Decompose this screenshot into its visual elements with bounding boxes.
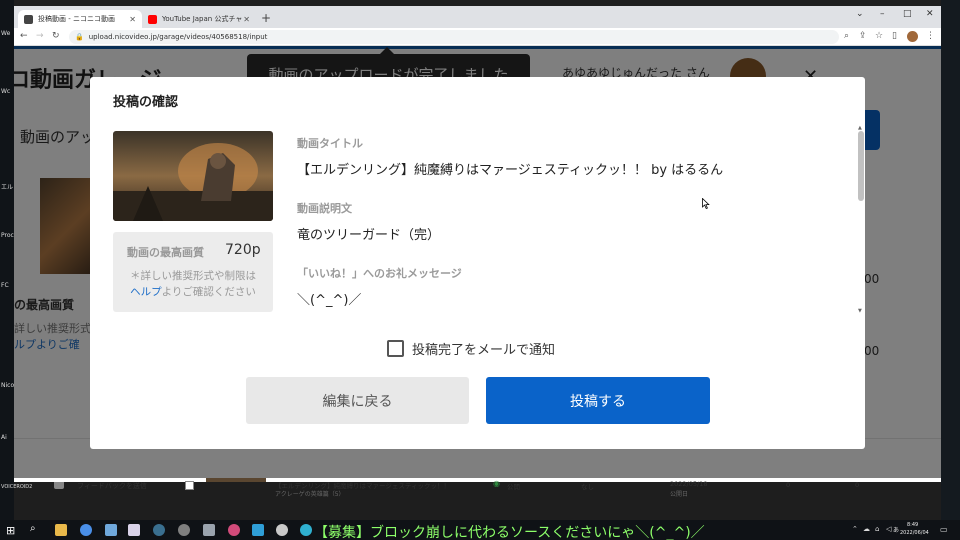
modal-title: 投稿の確認 — [113, 95, 179, 110]
desktop-label: Ai — [1, 434, 7, 441]
quality-note-text: よりご確認ください — [161, 286, 256, 298]
lock-icon: 🔒 — [75, 33, 84, 41]
profile-avatar-icon[interactable] — [907, 31, 918, 42]
scrollbar-thumb[interactable] — [858, 131, 864, 201]
youtube-favicon-icon — [148, 14, 157, 24]
row-checkbox[interactable] — [185, 481, 194, 490]
row-count: 0 — [855, 481, 860, 489]
row-bottom-fill — [14, 478, 941, 482]
email-notify-label[interactable]: 投稿完了をメールで通知 — [412, 339, 555, 358]
menu-kebab-icon[interactable]: ⋮ — [926, 31, 935, 41]
maximize-button[interactable]: □ — [903, 9, 912, 19]
app-icon[interactable] — [203, 524, 215, 536]
email-notify-checkbox[interactable] — [387, 340, 404, 357]
confirm-details-scroll[interactable]: 動画タイトル 【エルデンリング】純魔縛りはマァージェスティックッ！！ by はる… — [297, 127, 852, 317]
taskbar-date[interactable]: 2022/06/04 — [900, 530, 929, 536]
max-quality-value: 720p — [225, 242, 261, 258]
tab-search-icon[interactable]: ⌄ — [856, 9, 864, 19]
network-icon[interactable]: ⌂ — [875, 525, 879, 533]
windows-start-icon[interactable]: ⊞ — [6, 524, 15, 537]
forward-arrow-icon[interactable]: → — [36, 31, 44, 41]
chrome-icon[interactable] — [80, 524, 92, 536]
tab-bar: 投稿動画 - ニコニコ動画 ✕ YouTube Japan 公式チャンネル - … — [14, 6, 941, 28]
row-date-label: 公開日 — [670, 491, 689, 498]
app-icon[interactable] — [228, 524, 240, 536]
row-count: 0 — [786, 481, 791, 489]
desktop-label: We — [1, 30, 11, 37]
nicovideo-favicon-icon — [24, 14, 33, 24]
app-icon[interactable] — [105, 524, 117, 536]
bookmark-star-icon[interactable]: ☆ — [875, 31, 883, 41]
desktop-right-edge — [941, 0, 960, 520]
tab-youtube[interactable]: YouTube Japan 公式チャンネル - Yo ✕ — [142, 10, 256, 28]
tab-label: YouTube Japan 公式チャンネル - Yo — [162, 15, 243, 23]
close-tab-icon[interactable]: ✕ — [129, 15, 136, 24]
email-notify-option[interactable]: 投稿完了をメールで通知 — [387, 339, 555, 358]
url-field[interactable]: 🔒 upload.nicovideo.jp/garage/videos/4056… — [69, 30, 839, 44]
description-field-label: 動画説明文 — [297, 202, 352, 215]
share-icon[interactable]: ⇪ — [859, 31, 867, 41]
row-none: なし — [581, 483, 594, 491]
tab-nicovideo-upload[interactable]: 投稿動画 - ニコニコ動画 ✕ — [18, 10, 142, 28]
details-scrollbar[interactable]: ▲ ▼ — [857, 125, 865, 317]
quality-note: ＊詳しい推奨形式や制限は ヘルプよりご確認ください — [113, 268, 273, 300]
desktop-label: Proc — [1, 232, 14, 239]
back-to-edit-button[interactable]: 編集に戻る — [246, 377, 469, 424]
row-thumbnail[interactable] — [206, 478, 266, 482]
ime-indicator[interactable]: あ — [893, 525, 899, 534]
post-confirm-modal: 投稿の確認 動画の最高画質 720p ＊詳しい推奨形式や制限は ヘルプよりご確認… — [90, 77, 865, 449]
feedback-link[interactable]: フィードバックを送信 — [77, 481, 147, 491]
title-field-label: 動画タイトル — [297, 137, 363, 150]
title-field-value: 【エルデンリング】純魔縛りはマァージェスティックッ！！ by はるるん — [297, 163, 724, 178]
close-window-button[interactable]: ✕ — [926, 9, 934, 19]
row-status: 公開 — [507, 483, 520, 491]
app-icon[interactable] — [128, 524, 140, 536]
quality-note-line2: ヘルプよりご確認ください — [113, 284, 273, 300]
row-date: 2022/05/18 — [670, 480, 708, 488]
desktop-label: エル — [1, 184, 14, 191]
tray-chevron-icon[interactable]: ⌃ — [852, 525, 858, 533]
minimize-button[interactable]: – — [880, 9, 885, 19]
ticker-icon — [300, 524, 312, 536]
url-text: upload.nicovideo.jp/garage/videos/405685… — [88, 33, 268, 41]
address-bar: ← → ↻ 🔒 upload.nicovideo.jp/garage/video… — [14, 28, 941, 46]
file-explorer-icon[interactable] — [55, 524, 67, 536]
taskbar-clock[interactable]: 8:49 — [907, 522, 918, 529]
app-icon[interactable] — [153, 524, 165, 536]
reload-icon[interactable]: ↻ — [52, 31, 60, 41]
search-icon[interactable]: ⌕ — [30, 523, 36, 534]
post-button[interactable]: 投稿する — [486, 377, 710, 424]
tray-icon[interactable]: ☁ — [863, 525, 870, 533]
desktop-label: VOICEROID2 — [1, 484, 33, 490]
row-subtitle: アクレーゲの英雄篇（5） — [275, 491, 345, 498]
desktop-label: Nico — [1, 382, 15, 389]
scroll-down-icon[interactable]: ▼ — [858, 308, 862, 314]
video-thumbnail — [113, 131, 273, 221]
desktop-left-edge: We Wc エル Proc FC Nico Ai VOICEROID2 — [0, 0, 32, 520]
back-arrow-icon[interactable]: ← — [20, 31, 28, 41]
desktop-label: Wc — [1, 88, 11, 95]
zoom-icon[interactable]: ⌕ — [844, 31, 849, 41]
max-quality-label: 動画の最高画質 — [127, 246, 204, 259]
mouse-cursor-icon — [702, 198, 710, 209]
sidebar-icon[interactable]: ▯ — [892, 31, 897, 41]
notification-icon[interactable]: ▭ — [940, 525, 948, 534]
desktop-label: FC — [1, 282, 9, 289]
volume-icon[interactable]: ◁ — [886, 525, 891, 533]
new-tab-button[interactable]: + — [261, 11, 271, 25]
app-icon[interactable] — [252, 524, 264, 536]
app-icon[interactable] — [178, 524, 190, 536]
public-eye-icon: ◉ — [493, 479, 500, 488]
obs-icon[interactable] — [276, 524, 288, 536]
thanks-message-value: ＼(^_^)／ — [297, 293, 362, 308]
thanks-message-label: 「いいね！」へのお礼メッセージ — [297, 267, 462, 280]
tab-label: 投稿動画 - ニコニコ動画 — [38, 15, 115, 23]
max-quality-box: 動画の最高画質 720p ＊詳しい推奨形式や制限は ヘルプよりご確認ください — [113, 232, 273, 312]
stream-ticker: 【募集】ブロック崩しに代わるソースくださいにゃ＼(^_^)／ — [314, 525, 705, 540]
quality-note-line1: ＊詳しい推奨形式や制限は — [130, 270, 256, 282]
description-field-value: 竜のツリーガード（完） — [297, 228, 441, 243]
help-link[interactable]: ヘルプ — [130, 286, 162, 298]
close-tab-icon[interactable]: ✕ — [243, 15, 250, 24]
